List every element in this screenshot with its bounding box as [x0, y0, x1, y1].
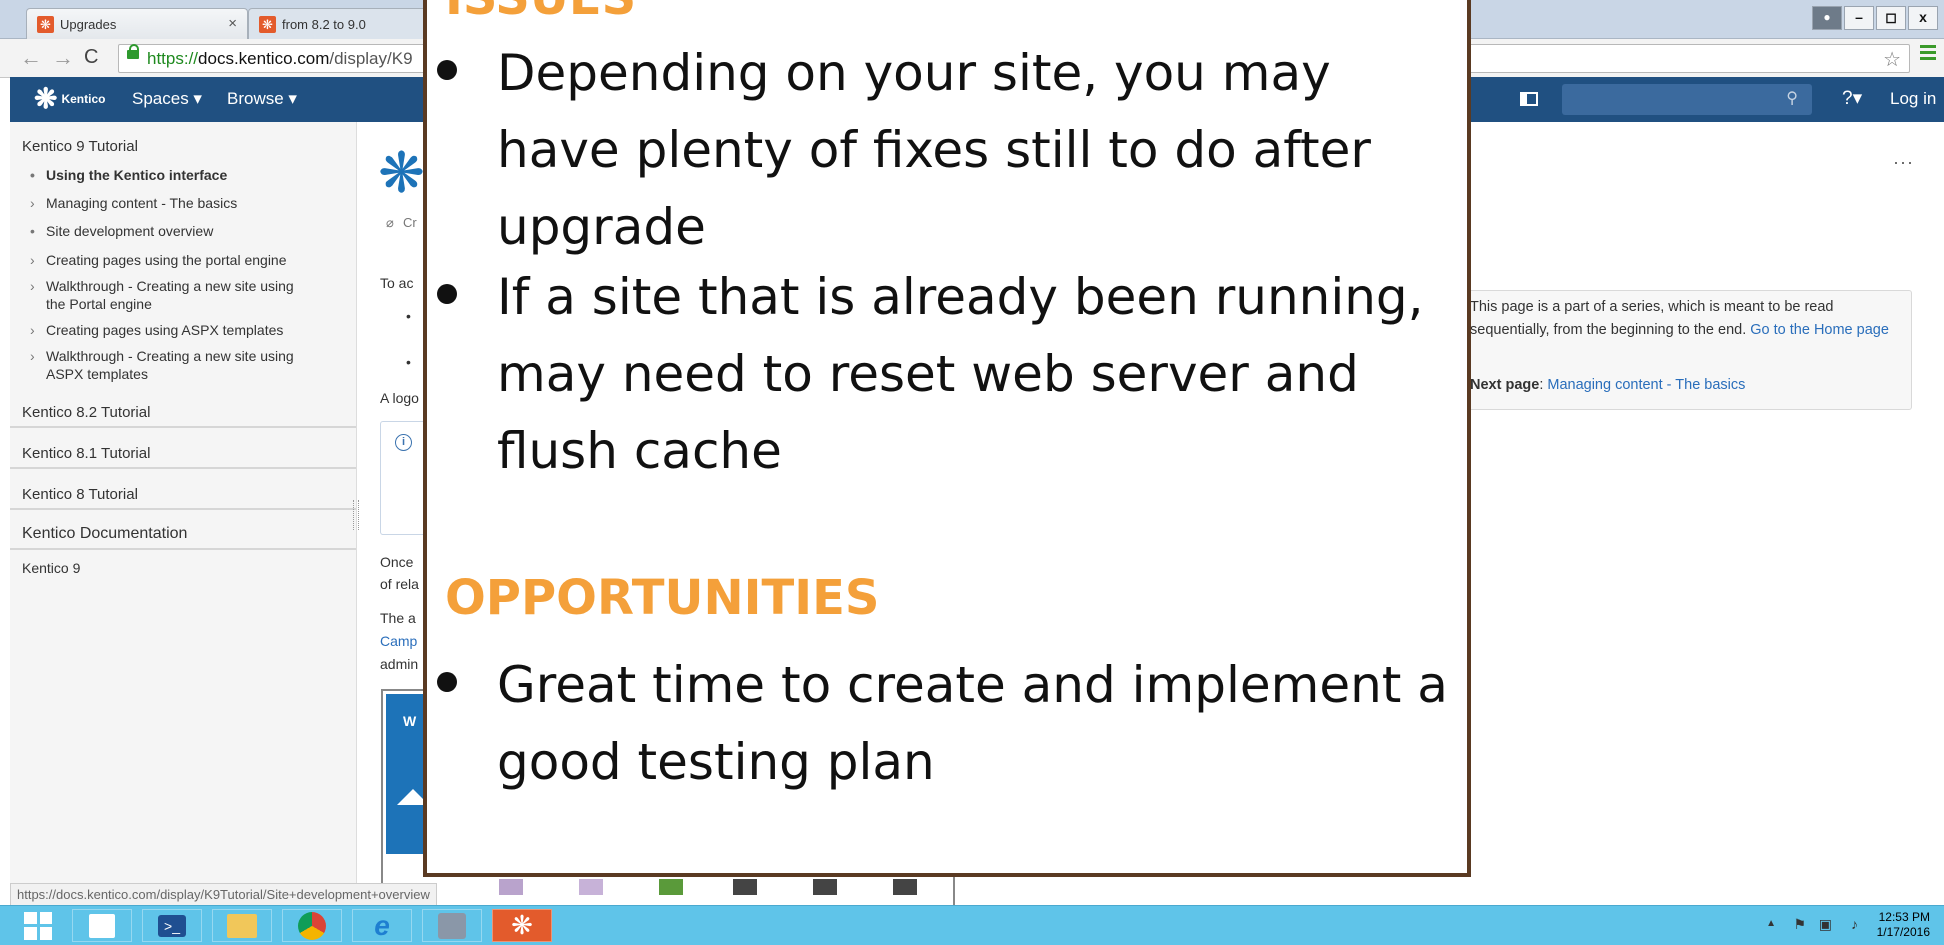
sidebar-item-site-development[interactable]: • Site development overview — [30, 222, 336, 240]
sidebar-section-documentation[interactable]: Kentico Documentation — [22, 525, 187, 543]
related-fragment: of rela — [380, 576, 419, 592]
once-fragment: Once — [380, 554, 414, 570]
tray-flag-icon[interactable]: ⚑ — [1793, 916, 1806, 933]
series-note-panel: This page is a part of a series, which i… — [1465, 290, 1912, 410]
tray-expand-icon[interactable]: ▲ — [1766, 918, 1776, 929]
opportunities-heading: OPPORTUNITIES — [445, 570, 880, 626]
sidebar-resize-handle[interactable] — [353, 500, 359, 530]
search-icon: ⚲ — [1786, 90, 1798, 107]
list-bullet: • — [406, 308, 411, 324]
bullet-dot-icon — [437, 672, 457, 692]
tab-title: from 8.2 to 9.0 — [282, 16, 366, 32]
login-link[interactable]: Log in — [1890, 89, 1936, 109]
info-icon: i — [395, 434, 412, 451]
sidebar-item-walkthrough-portal[interactable]: › Walkthrough - Creating a new site using… — [30, 277, 316, 313]
chrome-icon[interactable] — [282, 909, 342, 942]
intro-fragment: To ac — [380, 275, 414, 291]
help-menu[interactable]: ?▾ — [1842, 87, 1862, 110]
reload-icon[interactable]: C — [84, 46, 98, 69]
sidebar-section-81[interactable]: Kentico 8.1 Tutorial — [22, 445, 150, 462]
sidebar-divider — [10, 467, 356, 469]
kentico-logo-icon: ❋ — [34, 83, 58, 114]
bullet-dot-icon — [437, 284, 457, 304]
list-bullet: • — [406, 354, 411, 370]
tab-from-82-to-90[interactable]: ❋ from 8.2 to 9.0 — [248, 8, 430, 39]
browse-menu[interactable]: Browse ▾ — [227, 89, 297, 109]
link-status-bar: https://docs.kentico.com/display/K9Tutor… — [10, 883, 437, 907]
the-a-fragment: The a — [380, 610, 416, 626]
restore-button[interactable]: ◻ — [1876, 6, 1906, 30]
tray-volume-icon[interactable]: ♪ — [1851, 916, 1858, 932]
kentico-logo[interactable]: ❋ Kentico — [34, 83, 105, 114]
thumbnail-app-icon — [813, 879, 837, 895]
windows-taskbar: >_ e ❋ ▲ ⚑ ▣ ♪ 12:53 PM 1/17/2016 — [0, 905, 1944, 945]
tab-close-icon[interactable]: × — [228, 15, 237, 32]
tray-network-icon[interactable]: ▣ — [1819, 916, 1832, 933]
space-title[interactable]: Kentico 9 Tutorial — [22, 138, 138, 155]
start-button[interactable] — [18, 909, 58, 942]
opportunity-bullet-1: Great time to create and implement a goo… — [437, 647, 1467, 801]
user-profile-icon[interactable]: ● — [1812, 6, 1842, 30]
kentico-taskbar-icon[interactable]: ❋ — [492, 909, 552, 942]
window-controls: ● – ◻ x — [1812, 6, 1938, 30]
network-tool-icon[interactable] — [422, 909, 482, 942]
browser-menu-icon[interactable] — [1920, 45, 1936, 61]
sidebar-section-8[interactable]: Kentico 8 Tutorial — [22, 486, 138, 503]
powershell-icon[interactable]: >_ — [142, 909, 202, 942]
logo-fragment: A logo — [380, 390, 419, 406]
server-manager-icon[interactable] — [72, 909, 132, 942]
attachment-icon[interactable]: ⌀ — [386, 215, 394, 231]
thumbnail-app-icon — [579, 879, 603, 895]
issue-bullet-1: Depending on your site, you may have ple… — [437, 35, 1467, 266]
sidebar-item-managing-content[interactable]: › Managing content - The basics — [30, 194, 336, 212]
sidebar-divider — [10, 548, 356, 550]
kentico-favicon-icon: ❋ — [259, 15, 276, 33]
sidebar-item-portal-engine[interactable]: › Creating pages using the portal engine — [30, 251, 336, 269]
next-page-line: Next page: Managing content - The basics — [1470, 377, 1746, 393]
home-page-link[interactable]: Go to the Home page — [1750, 322, 1889, 338]
thumbnail-heading: W — [403, 713, 417, 729]
issues-heading: ISSUES — [445, 0, 636, 26]
forward-arrow-icon[interactable]: → — [52, 45, 74, 71]
sidebar-item-walkthrough-aspx[interactable]: › Walkthrough - Creating a new site using… — [30, 347, 316, 383]
more-options-icon[interactable]: ··· — [1893, 152, 1914, 173]
internet-explorer-icon[interactable]: e — [352, 909, 412, 942]
sidebar-item-using-interface[interactable]: • Using the Kentico interface — [30, 166, 336, 184]
search-input[interactable]: ⚲ — [1562, 84, 1812, 115]
issue-bullet-2: If a site that is already been running, … — [437, 259, 1467, 490]
bookmark-star-icon[interactable]: ☆ — [1883, 47, 1901, 72]
admin-fragment: admin — [380, 656, 419, 672]
thumbnail-app-icon — [893, 879, 917, 895]
kentico-favicon-icon: ❋ — [37, 15, 54, 33]
presentation-slide: ISSUES Depending on your site, you may h… — [423, 0, 1471, 877]
series-note-text: This page is a part of a series, which i… — [1470, 299, 1889, 338]
sidebar-section-kentico-9[interactable]: Kentico 9 — [22, 560, 80, 576]
tab-title: Upgrades — [60, 16, 117, 32]
bullet-dot-icon — [437, 60, 457, 80]
minimize-button[interactable]: – — [1844, 6, 1874, 30]
thumbnail-app-icon — [733, 879, 757, 895]
sidebar-toggle-icon[interactable] — [1520, 92, 1538, 106]
page-tree-sidebar: Kentico 9 Tutorial • Using the Kentico in… — [10, 122, 359, 904]
url-text: https://docs.kentico.com/display/K9 — [147, 49, 413, 68]
sidebar-divider — [10, 426, 356, 428]
tab-upgrades[interactable]: ❋ Upgrades × — [26, 8, 248, 39]
thumbnail-app-icon — [659, 879, 683, 895]
file-explorer-icon[interactable] — [212, 909, 272, 942]
next-page-link[interactable]: Managing content - The basics — [1547, 377, 1745, 393]
sidebar-divider — [10, 508, 356, 510]
page-logo-icon: ❋ — [378, 141, 425, 204]
secure-lock-icon — [127, 44, 139, 59]
created-by-fragment: Cr — [403, 215, 417, 230]
campaign-link-fragment[interactable]: Camp — [380, 633, 417, 649]
taskbar-clock[interactable]: 12:53 PM 1/17/2016 — [1877, 910, 1930, 940]
sidebar-section-82[interactable]: Kentico 8.2 Tutorial — [22, 404, 150, 421]
sidebar-item-aspx-templates[interactable]: › Creating pages using ASPX templates — [30, 321, 336, 339]
thumbnail-app-icon — [499, 879, 523, 895]
back-arrow-icon[interactable]: ← — [20, 45, 42, 71]
spaces-menu[interactable]: Spaces ▾ — [132, 89, 202, 109]
close-window-button[interactable]: x — [1908, 6, 1938, 30]
windows-logo-icon — [24, 911, 52, 940]
